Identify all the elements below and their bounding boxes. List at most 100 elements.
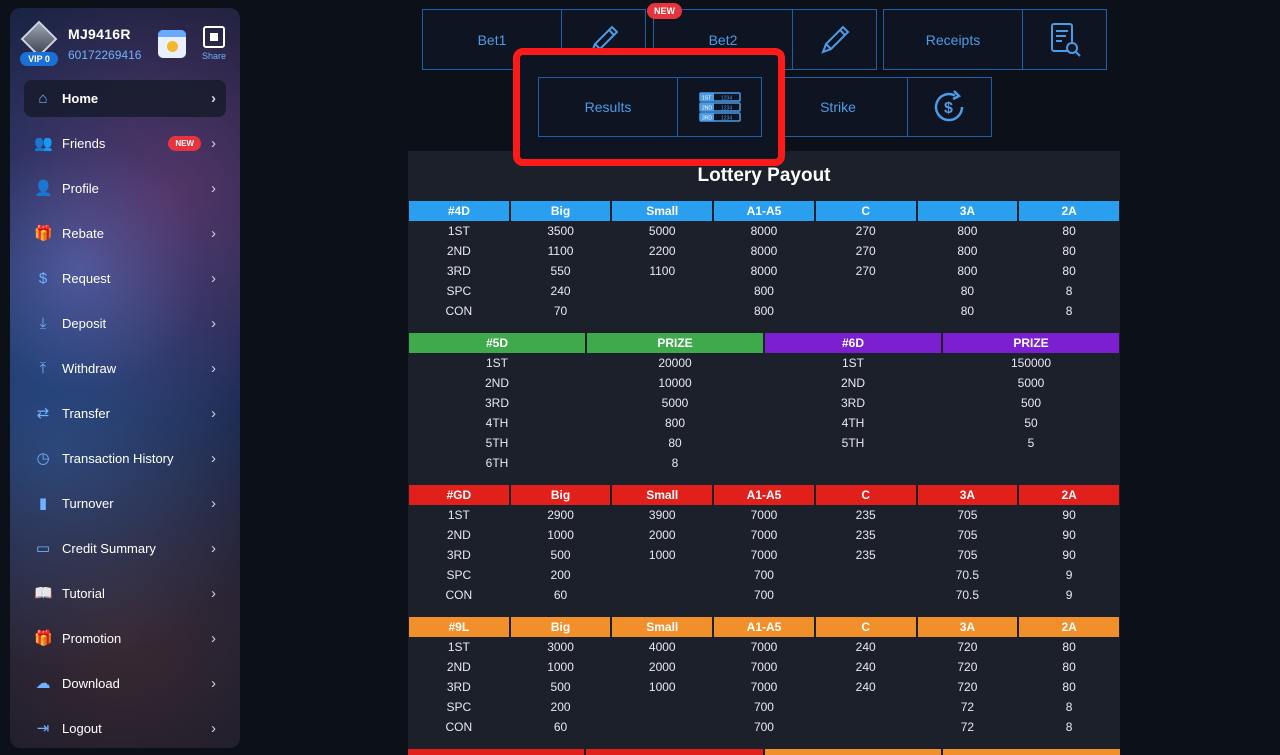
gift-icon: 🎁 — [34, 629, 53, 647]
sidebar-item-transfer[interactable]: ⇄ Transfer › — [24, 395, 226, 432]
sidebar-item-label: Tutorial — [62, 586, 105, 601]
table-cell: 2900 — [547, 508, 574, 522]
table-cell: 3500 — [547, 224, 574, 238]
sidebar-item-label: Deposit — [62, 316, 107, 331]
sidebar-item-turnover[interactable]: ▮ Turnover › — [24, 485, 226, 522]
sidebar-item-profile[interactable]: 👤 Profile › — [24, 170, 226, 207]
table-cell: 800 — [753, 304, 774, 318]
table-cell: 3900 — [648, 508, 676, 522]
table-cell: 1ST — [447, 640, 470, 654]
new-badge: NEW — [647, 3, 682, 19]
table-header: 3A — [917, 485, 1018, 505]
table-cell: 90 — [1062, 528, 1076, 542]
sidebar-item-label: Friends — [62, 136, 106, 151]
table-cell: 200 — [550, 568, 571, 582]
sidebar-item-home[interactable]: ⌂ Home › — [24, 80, 226, 117]
results-list-icon: 1ST 2ND 3RD 1234 1234 1234 — [677, 78, 761, 136]
table-cell: 80 — [960, 284, 975, 298]
table-cell: 70.5 — [955, 568, 980, 582]
table-header: C — [815, 201, 916, 221]
table-cell: 90 — [1062, 548, 1076, 562]
payout-table-9l: #9L Big Small A1-A5 C 3A 2A 1ST 3000 4000 7… — [408, 617, 1120, 737]
avatar[interactable]: VIP 0 — [20, 20, 58, 66]
table-cell: 7000 — [750, 680, 778, 694]
table-cell: 700 — [753, 720, 774, 734]
table-cell: SPC — [446, 568, 472, 582]
table-cell: 3RD — [446, 264, 471, 278]
table-cell: 80 — [1062, 680, 1076, 694]
table-cell: 80 — [1062, 660, 1076, 674]
table-header: 2A — [1019, 201, 1119, 221]
table-row: 1ST 2900 3900 7000 235 705 90 — [409, 505, 1119, 525]
table-cell: 10000 — [658, 376, 692, 390]
table-cell: 5 — [1027, 436, 1035, 450]
table-header: #9L — [409, 617, 509, 637]
new-badge: NEW — [168, 136, 201, 151]
chevron-right-icon: › — [211, 720, 216, 737]
payout-table-4d: #4D Big Small A1-A5 C 3A 2A 1ST 3500 5000 8… — [408, 201, 1120, 321]
table-header: #5D — [409, 333, 585, 353]
credit-card-icon: ▭ — [35, 539, 51, 557]
sidebar-item-withdraw[interactable]: ⤒ Withdraw › — [24, 350, 226, 387]
table-header: A1-A5 — [714, 485, 814, 505]
table-cell: 5000 — [661, 396, 689, 410]
table-cell: 4TH — [485, 416, 509, 430]
table-cell: 550 — [550, 264, 571, 278]
table-row: SPC 240 800 80 8 — [409, 281, 1119, 301]
sidebar-item-logout[interactable]: ⇥ Logout › — [24, 710, 226, 747]
results-button[interactable]: Results 1ST 2ND 3RD 1234 1234 1234 — [538, 77, 762, 137]
table-cell — [612, 585, 712, 605]
table-cell: 240 — [855, 640, 876, 654]
table-cell: 5000 — [1017, 376, 1045, 390]
share-button[interactable]: Share — [200, 26, 228, 61]
table-cell: 1000 — [648, 680, 676, 694]
results-icon-row-1: 1ST — [702, 96, 711, 102]
table-row: 3RD 5000 3RD 500 — [409, 393, 1119, 413]
table-cell: 70 — [553, 304, 568, 318]
results-icon-value-1: 1234 — [721, 96, 732, 102]
sidebar-item-promotion[interactable]: 🎁 Promotion › — [24, 620, 226, 657]
sidebar-item-label: Turnover — [62, 496, 114, 511]
sidebar-item-label: Credit Summary — [62, 541, 156, 556]
table-header: Big — [510, 617, 611, 637]
table-cell: 705 — [957, 508, 978, 522]
chevron-right-icon: › — [211, 675, 216, 692]
table-cell: 500 — [550, 548, 571, 562]
sidebar-item-friends[interactable]: 👥 Friends NEW › — [24, 125, 226, 162]
receipt-search-icon — [1022, 10, 1106, 69]
gift-icon: 🎁 — [34, 224, 53, 242]
sidebar-item-request[interactable]: $ Request › — [24, 260, 226, 297]
table-header: 2A — [1019, 485, 1119, 505]
chevron-right-icon: › — [211, 315, 216, 332]
calendar-icon[interactable] — [158, 30, 186, 58]
receipts-button[interactable]: Receipts — [883, 9, 1107, 70]
table-cell: 705 — [957, 528, 978, 542]
sidebar-item-credit-summary[interactable]: ▭ Credit Summary › — [24, 530, 226, 567]
strike-button[interactable]: Strike $ — [768, 77, 992, 137]
table-cell — [612, 565, 712, 585]
table-row: 1ST 3000 4000 7000 240 720 80 — [409, 637, 1119, 657]
table-cell: 700 — [753, 588, 774, 602]
sidebar-item-rebate[interactable]: 🎁 Rebate › — [24, 215, 226, 252]
table-cell: 240 — [855, 680, 876, 694]
table-cell: 2200 — [648, 244, 676, 258]
strike-label: Strike — [820, 99, 856, 115]
table-cell: 7000 — [750, 640, 778, 654]
table-cell — [816, 565, 916, 585]
receipts-label: Receipts — [925, 31, 981, 48]
sidebar-item-download[interactable]: ☁ Download › — [24, 665, 226, 702]
payout-table-gd: #GD Big Small A1-A5 C 3A 2A 1ST 2900 3900 7… — [408, 485, 1120, 605]
table-cell: 705 — [957, 548, 978, 562]
sidebar: VIP 0 MJ9416R 60172269416 Share ⌂ Home › 👥 F… — [10, 8, 240, 748]
table-cell: 8 — [1065, 700, 1073, 714]
home-icon: ⌂ — [38, 89, 48, 107]
table-cell — [816, 717, 916, 737]
cloud-download-icon: ☁ — [35, 674, 51, 692]
sidebar-item-tutorial[interactable]: 📖 Tutorial › — [24, 575, 226, 612]
table-row: 2ND 10000 2ND 5000 — [409, 373, 1119, 393]
table-cell — [816, 697, 916, 717]
table-cell: 235 — [855, 508, 876, 522]
sidebar-item-transaction-history[interactable]: ◷ Transaction History › — [24, 440, 226, 477]
sidebar-item-deposit[interactable]: ⤓ Deposit › — [24, 305, 226, 342]
table-cell: 8000 — [750, 244, 778, 258]
